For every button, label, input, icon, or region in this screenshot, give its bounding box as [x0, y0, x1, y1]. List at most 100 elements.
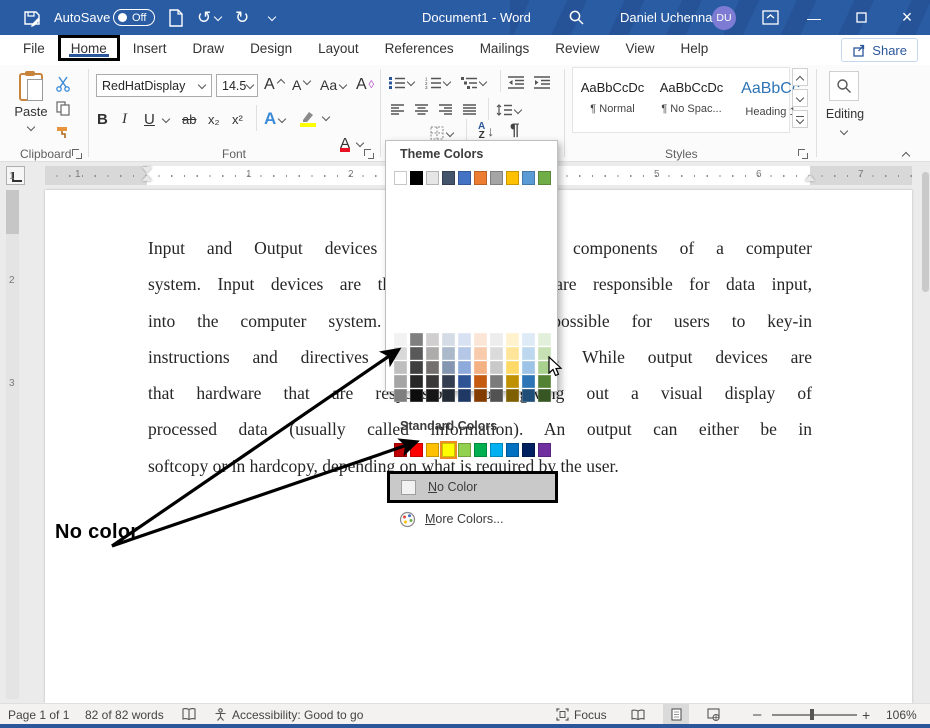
- find-button[interactable]: [829, 71, 859, 101]
- styles-dialog-launcher-icon[interactable]: [798, 149, 808, 159]
- theme-variant-swatch[interactable]: [410, 333, 423, 346]
- standard-color-swatch[interactable]: [506, 443, 519, 457]
- theme-variant-swatch[interactable]: [474, 333, 487, 346]
- avatar[interactable]: DU: [712, 0, 736, 35]
- cut-button[interactable]: [52, 73, 74, 95]
- justify-button[interactable]: [463, 98, 476, 122]
- theme-variant-swatch[interactable]: [506, 347, 519, 360]
- decrease-indent-button[interactable]: [508, 70, 524, 94]
- theme-variant-swatch[interactable]: [506, 389, 519, 402]
- theme-color-swatch[interactable]: [522, 171, 535, 185]
- theme-variant-swatch[interactable]: [426, 389, 439, 402]
- superscript-button[interactable]: x²: [232, 107, 243, 131]
- theme-variant-swatch[interactable]: [458, 375, 471, 388]
- align-right-button[interactable]: [439, 98, 452, 122]
- theme-variant-swatch[interactable]: [394, 389, 407, 402]
- bullets-button[interactable]: [389, 70, 415, 94]
- theme-variant-swatch[interactable]: [506, 333, 519, 346]
- editing-chevron[interactable]: [840, 123, 848, 138]
- numbering-button[interactable]: 123: [425, 70, 451, 94]
- theme-color-swatch[interactable]: [538, 171, 551, 185]
- theme-variant-swatch[interactable]: [410, 389, 423, 402]
- theme-variant-swatch[interactable]: [506, 375, 519, 388]
- undo-button[interactable]: ↺: [197, 0, 222, 35]
- theme-variant-swatch[interactable]: [410, 347, 423, 360]
- page-indicator[interactable]: Page 1 of 1: [8, 704, 69, 725]
- ribbon-display-options-icon[interactable]: [762, 0, 779, 35]
- theme-variant-swatch[interactable]: [474, 389, 487, 402]
- standard-color-swatch[interactable]: [410, 443, 423, 457]
- underline-button[interactable]: U: [144, 107, 155, 131]
- tab-layout[interactable]: Layout: [305, 35, 372, 61]
- accessibility-status[interactable]: Accessibility: Good to go: [214, 704, 363, 725]
- theme-color-swatch[interactable]: [410, 171, 423, 185]
- read-mode-button[interactable]: [625, 704, 651, 725]
- theme-variant-swatch[interactable]: [426, 361, 439, 374]
- change-case-button[interactable]: Aa: [320, 73, 347, 97]
- autosave-toggle[interactable]: Off: [113, 0, 155, 35]
- style-card--normal[interactable]: AaBbCcDc¶ Normal: [573, 68, 652, 130]
- zoom-out-button[interactable]: –: [753, 704, 761, 725]
- theme-variant-swatch[interactable]: [394, 333, 407, 346]
- font-dialog-launcher-icon[interactable]: [364, 149, 374, 159]
- standard-color-swatch[interactable]: [538, 443, 551, 457]
- subscript-button[interactable]: x₂: [208, 107, 220, 131]
- theme-variant-swatch[interactable]: [442, 361, 455, 374]
- tab-insert[interactable]: Insert: [120, 35, 180, 61]
- theme-variant-swatch[interactable]: [474, 347, 487, 360]
- theme-variant-swatch[interactable]: [442, 375, 455, 388]
- tab-design[interactable]: Design: [237, 35, 305, 61]
- strikethrough-button[interactable]: ab: [182, 107, 196, 131]
- theme-variant-swatch[interactable]: [410, 375, 423, 388]
- bold-button[interactable]: B: [97, 107, 108, 131]
- theme-color-swatch[interactable]: [394, 171, 407, 185]
- standard-color-swatch[interactable]: [474, 443, 487, 457]
- theme-variant-swatch[interactable]: [522, 375, 535, 388]
- search-icon[interactable]: [568, 0, 585, 35]
- theme-color-swatch[interactable]: [506, 171, 519, 185]
- vertical-scrollbar[interactable]: [922, 172, 929, 292]
- italic-button[interactable]: I: [122, 107, 127, 131]
- standard-color-swatch[interactable]: [522, 443, 535, 457]
- first-line-indent-marker[interactable]: [142, 167, 152, 173]
- save-icon[interactable]: [22, 0, 42, 35]
- zoom-in-button[interactable]: +: [862, 704, 870, 725]
- right-indent-marker[interactable]: [805, 175, 815, 181]
- theme-variant-swatch[interactable]: [410, 361, 423, 374]
- theme-variant-swatch[interactable]: [490, 375, 503, 388]
- theme-variant-swatch[interactable]: [506, 361, 519, 374]
- more-colors-menu-item[interactable]: More Colors...: [387, 507, 558, 531]
- theme-color-swatch[interactable]: [490, 171, 503, 185]
- tab-mailings[interactable]: Mailings: [467, 35, 543, 61]
- tab-help[interactable]: Help: [668, 35, 722, 61]
- style-card--no-spac-[interactable]: AaBbCcDc¶ No Spac...: [652, 68, 731, 130]
- theme-variant-swatch[interactable]: [474, 361, 487, 374]
- tab-view[interactable]: View: [612, 35, 667, 61]
- tab-home[interactable]: Home: [58, 35, 120, 61]
- redo-button[interactable]: ↻: [235, 0, 249, 35]
- multilevel-list-button[interactable]: [461, 70, 487, 94]
- theme-variant-swatch[interactable]: [442, 389, 455, 402]
- tab-draw[interactable]: Draw: [180, 35, 238, 61]
- increase-indent-button[interactable]: [534, 70, 550, 94]
- standard-color-swatch[interactable]: [426, 443, 439, 457]
- tab-references[interactable]: References: [372, 35, 467, 61]
- align-left-button[interactable]: [391, 98, 404, 122]
- theme-color-swatch[interactable]: [458, 171, 471, 185]
- theme-variant-swatch[interactable]: [458, 361, 471, 374]
- clipboard-dialog-launcher-icon[interactable]: [72, 149, 82, 159]
- tab-review[interactable]: Review: [542, 35, 612, 61]
- theme-variant-swatch[interactable]: [426, 347, 439, 360]
- maximize-button[interactable]: [844, 0, 878, 35]
- clear-formatting-button[interactable]: A◊: [356, 73, 374, 97]
- copy-button[interactable]: [52, 97, 74, 119]
- underline-options-button[interactable]: [162, 107, 170, 131]
- theme-color-swatch[interactable]: [474, 171, 487, 185]
- theme-variant-swatch[interactable]: [394, 375, 407, 388]
- paste-button[interactable]: Paste: [10, 71, 52, 143]
- hanging-indent-marker[interactable]: [142, 175, 152, 181]
- theme-variant-swatch[interactable]: [394, 347, 407, 360]
- align-center-button[interactable]: [415, 98, 428, 122]
- editing-group-button[interactable]: Editing: [822, 107, 868, 121]
- theme-variant-swatch[interactable]: [522, 347, 535, 360]
